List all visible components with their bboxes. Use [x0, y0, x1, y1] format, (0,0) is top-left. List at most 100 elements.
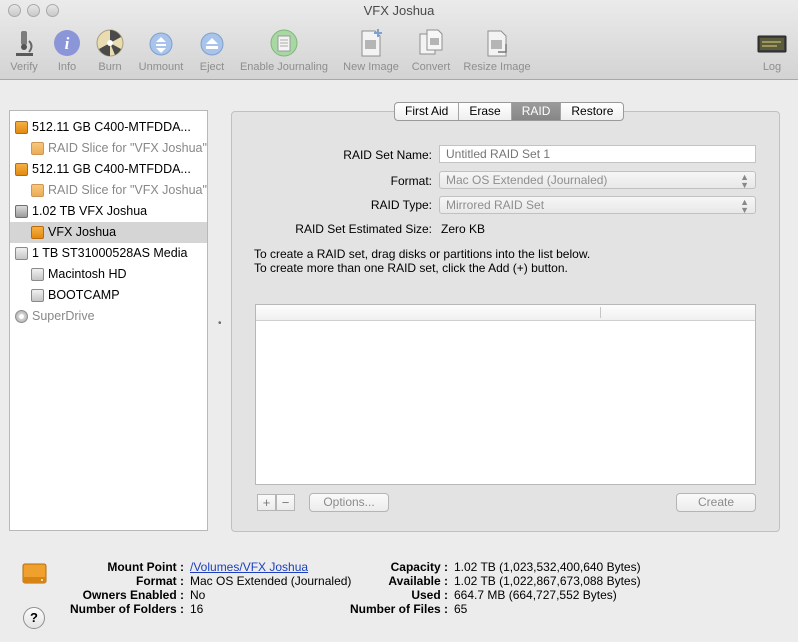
- window-toolbar: VFX Joshua Verify i Info Burn Unmount Ej…: [0, 0, 798, 80]
- window-title: VFX Joshua: [363, 3, 435, 18]
- sidebar-item-label: BOOTCAMP: [48, 288, 120, 302]
- burn-label: Burn: [98, 61, 122, 73]
- capacity-label: Capacity :: [390, 560, 448, 574]
- capacity-value: 1.02 TB (1,023,532,400,640 Bytes): [454, 560, 641, 574]
- microscope-icon: [9, 28, 39, 58]
- sidebar-item-raid-slice-1[interactable]: RAID Slice for "VFX Joshua": [10, 138, 207, 159]
- tab-raid[interactable]: RAID: [510, 103, 561, 120]
- log-button[interactable]: Log: [756, 28, 788, 73]
- sidebar-item-disk-1[interactable]: 512.11 GB C400-MTFDDA...: [10, 117, 207, 138]
- sidebar-item-label: RAID Slice for "VFX Joshua": [48, 183, 207, 197]
- owners-enabled-label: Owners Enabled :: [82, 588, 184, 602]
- volume-orange-icon: [31, 184, 44, 197]
- resize-image-button[interactable]: Resize Image: [460, 28, 534, 73]
- info-button[interactable]: i Info: [51, 28, 83, 73]
- verify-button[interactable]: Verify: [6, 28, 42, 73]
- format-label: Format:: [390, 174, 432, 188]
- raid-set-name-input[interactable]: [439, 145, 756, 163]
- number-of-folders-value: 16: [190, 602, 204, 616]
- burn-button[interactable]: Burn: [94, 28, 126, 73]
- disk-gray-icon: [15, 247, 28, 260]
- raid-instructions: To create a RAID set, drag disks or part…: [254, 247, 590, 275]
- convert-label: Convert: [411, 61, 451, 73]
- volume-gray-icon: [31, 289, 44, 302]
- unmount-icon: [146, 28, 176, 58]
- tab-restore[interactable]: Restore: [560, 103, 623, 120]
- sidebar-item-label: 1 TB ST31000528AS Media: [32, 246, 188, 260]
- sidebar-item-raid-set[interactable]: 1.02 TB VFX Joshua: [10, 201, 207, 222]
- new-image-button[interactable]: New Image: [340, 28, 402, 73]
- format-info-value: Mac OS Extended (Journaled): [190, 574, 352, 588]
- used-value: 664.7 MB (664,727,552 Bytes): [454, 588, 617, 602]
- eject-label: Eject: [199, 61, 225, 73]
- svg-text:i: i: [65, 34, 70, 53]
- disk-orange-icon: [15, 121, 28, 134]
- log-icon: [757, 28, 787, 58]
- sidebar-item-label: 1.02 TB VFX Joshua: [32, 204, 148, 218]
- unmount-button[interactable]: Unmount: [134, 28, 188, 73]
- raid-type-select[interactable]: Mirrored RAID Set ▲ ▼: [439, 196, 756, 215]
- number-of-files-value: 65: [454, 602, 468, 616]
- sidebar-item-label: SuperDrive: [32, 309, 95, 323]
- raid-set-name-label: RAID Set Name:: [343, 148, 432, 162]
- add-raid-set-button[interactable]: +: [257, 494, 276, 511]
- sidebar-item-label: 512.11 GB C400-MTFDDA...: [32, 162, 191, 176]
- eject-button[interactable]: Eject: [196, 28, 228, 73]
- tab-first-aid[interactable]: First Aid: [395, 103, 458, 120]
- resize-image-icon: [482, 28, 512, 58]
- sidebar-item-raid-slice-2[interactable]: RAID Slice for "VFX Joshua": [10, 180, 207, 201]
- owners-enabled-value: No: [190, 588, 206, 602]
- create-button[interactable]: Create: [676, 493, 756, 512]
- mount-point-label: Mount Point :: [107, 560, 184, 574]
- convert-button[interactable]: Convert: [408, 28, 454, 73]
- estimated-size-label: RAID Set Estimated Size:: [295, 222, 432, 236]
- sidebar-item-macintosh-hd[interactable]: Macintosh HD: [10, 264, 207, 285]
- info-icon: i: [52, 28, 82, 58]
- sidebar-item-label: VFX Joshua: [48, 225, 117, 239]
- number-of-files-label: Number of Files :: [349, 602, 448, 616]
- volume-orange-icon: [31, 142, 44, 155]
- remove-raid-set-button[interactable]: −: [276, 494, 295, 511]
- eject-icon: [197, 28, 227, 58]
- enable-journaling-label: Enable Journaling: [239, 61, 329, 73]
- available-label: Available :: [388, 574, 448, 588]
- verify-label: Verify: [10, 61, 38, 73]
- sidebar-item-superdrive[interactable]: SuperDrive: [10, 306, 207, 327]
- sidebar-item-label: RAID Slice for "VFX Joshua": [48, 141, 207, 155]
- raid-members-list[interactable]: [255, 304, 756, 485]
- format-info-label: Format :: [136, 574, 184, 588]
- tab-erase[interactable]: Erase: [458, 103, 510, 120]
- tab-bar: First Aid Erase RAID Restore: [394, 102, 625, 121]
- sidebar-item-bootcamp[interactable]: BOOTCAMP: [10, 285, 207, 306]
- optical-drive-icon: [15, 310, 28, 323]
- sidebar-item-disk-2[interactable]: 512.11 GB C400-MTFDDA...: [10, 159, 207, 180]
- volume-gray-icon: [31, 268, 44, 281]
- new-image-label: New Image: [343, 61, 399, 73]
- format-select[interactable]: Mac OS Extended (Journaled) ▲ ▼: [439, 171, 756, 190]
- estimated-size-value: Zero KB: [441, 222, 486, 236]
- unmount-label: Unmount: [138, 61, 184, 73]
- split-view-handle[interactable]: •: [218, 318, 222, 329]
- sidebar-item-label: 512.11 GB C400-MTFDDA...: [32, 120, 191, 134]
- options-button[interactable]: Options...: [309, 493, 389, 512]
- list-header: [256, 305, 755, 321]
- log-label: Log: [762, 61, 782, 73]
- resize-image-label: Resize Image: [463, 61, 531, 73]
- format-select-value: Mac OS Extended (Journaled): [446, 173, 608, 187]
- sidebar-item-vfx-joshua[interactable]: VFX Joshua: [10, 222, 207, 243]
- used-label: Used :: [411, 588, 448, 602]
- help-button[interactable]: ?: [23, 607, 45, 629]
- disk-list-sidebar: 512.11 GB C400-MTFDDA... RAID Slice for …: [9, 110, 208, 531]
- new-image-icon: [356, 28, 386, 58]
- raid-type-label: RAID Type:: [370, 198, 432, 212]
- journal-icon: [269, 28, 299, 58]
- burn-icon: [95, 28, 125, 58]
- sidebar-item-media-disk[interactable]: 1 TB ST31000528AS Media: [10, 243, 207, 264]
- raid-type-select-value: Mirrored RAID Set: [446, 198, 545, 212]
- sidebar-item-label: Macintosh HD: [48, 267, 127, 281]
- select-arrows-icon: ▲ ▼: [740, 172, 749, 190]
- enable-journaling-button[interactable]: Enable Journaling: [236, 28, 332, 73]
- mount-point-link[interactable]: /Volumes/VFX Joshua: [190, 560, 308, 574]
- convert-icon: [416, 28, 446, 58]
- volume-orange-icon: [31, 226, 44, 239]
